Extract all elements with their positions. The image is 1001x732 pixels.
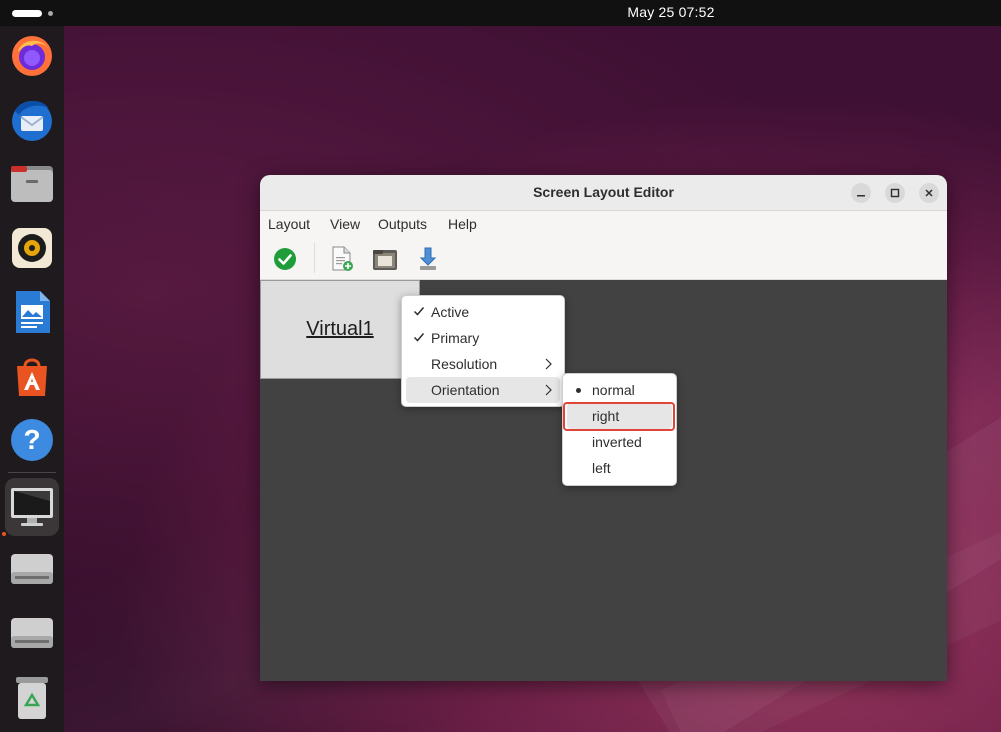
dock-item-rhythmbox[interactable]: [6, 222, 58, 274]
menu-item-label: Orientation: [431, 382, 500, 398]
menu-layout[interactable]: Layout: [268, 216, 310, 232]
menu-view[interactable]: View: [330, 216, 360, 232]
svg-text:?: ?: [23, 424, 40, 455]
save-layout-icon: [419, 247, 437, 270]
menu-item-label: normal: [592, 382, 635, 398]
menu-outputs[interactable]: Outputs: [378, 216, 427, 232]
firefox-icon: [12, 36, 52, 76]
menu-item-active[interactable]: Active: [406, 299, 560, 325]
check-icon: [412, 330, 426, 344]
drive-icon: [11, 554, 53, 584]
menu-item-normal[interactable]: normal: [567, 377, 672, 403]
menu-item-label: left: [592, 460, 611, 476]
maximize-button[interactable]: [885, 183, 905, 203]
files-icon: [11, 166, 53, 202]
menu-item-primary[interactable]: Primary: [406, 325, 560, 351]
check-icon: [412, 304, 426, 318]
highlight-annotation: [563, 402, 675, 431]
writer-icon: [16, 291, 50, 333]
menu-item-left[interactable]: left: [567, 455, 672, 481]
dock-item-display-settings[interactable]: [5, 478, 59, 536]
running-indicator: [2, 532, 6, 536]
dock-item-firefox[interactable]: [6, 30, 58, 82]
open-layout-icon: [373, 250, 397, 270]
title-bar[interactable]: Screen Layout Editor: [260, 175, 947, 211]
chevron-right-icon: [545, 384, 552, 396]
output-label: Virtual1: [306, 318, 374, 340]
dock-item-trash[interactable]: [6, 672, 58, 724]
menu-item-orientation[interactable]: Orientation: [406, 377, 560, 403]
window-title: Screen Layout Editor: [533, 184, 674, 200]
output-context-menu: Active Primary Resolution Orientation: [401, 295, 565, 407]
dock-item-thunderbird[interactable]: [6, 94, 58, 146]
dock-item-help[interactable]: ?: [6, 414, 58, 466]
close-icon: [925, 189, 933, 197]
dock-item-drive[interactable]: [6, 608, 58, 660]
dock-item-app-center[interactable]: [6, 350, 58, 402]
minimize-icon: [857, 195, 865, 197]
chevron-right-icon: [545, 358, 552, 370]
drive-icon: [11, 618, 53, 648]
close-button[interactable]: [919, 183, 939, 203]
new-layout-button[interactable]: [328, 245, 356, 273]
maximize-icon: [890, 188, 900, 198]
minimize-button[interactable]: [851, 183, 871, 203]
toolbar: [260, 237, 947, 280]
save-layout-button[interactable]: [414, 245, 442, 273]
top-bar: May 25 07:52: [0, 0, 1001, 26]
thunderbird-icon: [12, 100, 52, 141]
toolbar-separator: [314, 243, 315, 273]
menu-item-inverted[interactable]: inverted: [567, 429, 672, 455]
new-layout-icon: [332, 246, 353, 271]
output-virtual1[interactable]: Virtual1: [260, 280, 420, 379]
menu-help[interactable]: Help: [448, 216, 477, 232]
menu-item-label: Primary: [431, 330, 480, 346]
menu-item-resolution[interactable]: Resolution: [406, 351, 560, 377]
dock-item-drive[interactable]: [6, 544, 58, 596]
menu-item-label: inverted: [592, 434, 642, 450]
app-center-icon: [17, 358, 47, 396]
clock[interactable]: May 25 07:52: [0, 4, 1001, 20]
dock-separator: [8, 472, 56, 473]
display-settings-icon: [11, 488, 53, 526]
open-layout-button[interactable]: [371, 245, 399, 273]
apply-button[interactable]: [271, 245, 299, 273]
trash-icon: [16, 677, 48, 719]
menu-bar: Layout View Outputs Help: [260, 211, 947, 237]
help-icon: ?: [11, 419, 53, 461]
dock-item-writer[interactable]: [6, 286, 58, 338]
dock: ?: [0, 26, 64, 732]
dock-item-files[interactable]: [6, 158, 58, 210]
rhythmbox-icon: [12, 228, 52, 268]
menu-item-label: Resolution: [431, 356, 498, 372]
apply-icon: [274, 248, 296, 270]
menu-item-label: Active: [431, 304, 470, 320]
radio-bullet-icon: [576, 388, 581, 393]
